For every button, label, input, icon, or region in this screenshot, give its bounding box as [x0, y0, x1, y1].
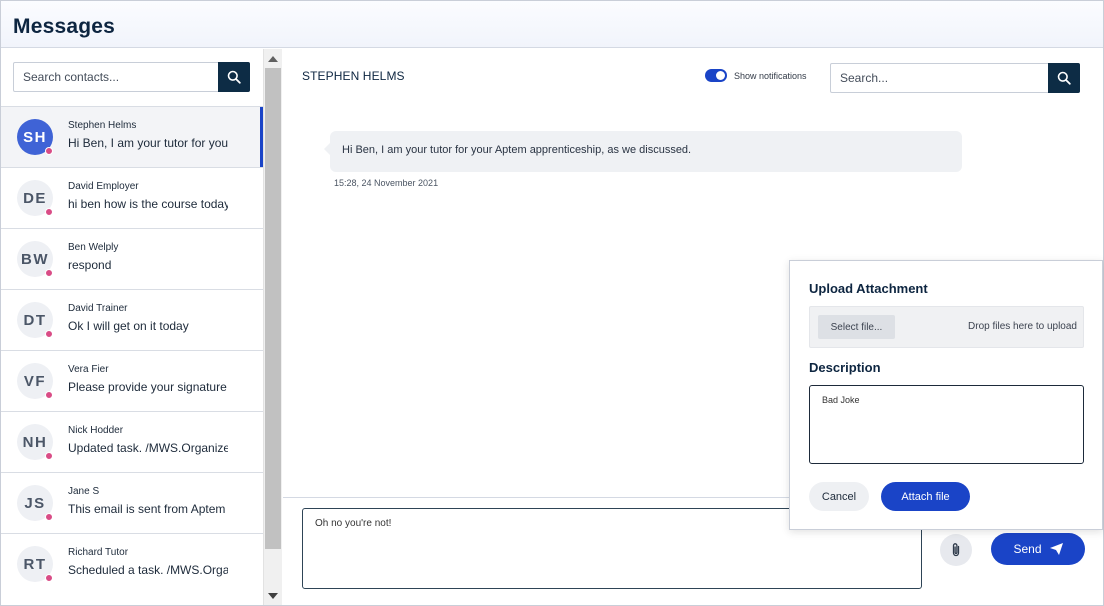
send-icon — [1049, 543, 1063, 555]
contact-name: Ben Welply — [68, 242, 119, 253]
avatar: SH — [17, 119, 53, 155]
page-header: Messages — [1, 1, 1103, 48]
scroll-thumb[interactable] — [265, 68, 281, 549]
upload-attachment-popover: Upload Attachment Select file... Drop fi… — [789, 260, 1103, 530]
status-dot — [45, 147, 53, 155]
contact-item[interactable]: VF Vera Fier Please provide your signatu… — [1, 350, 263, 411]
status-dot — [45, 208, 53, 216]
contacts-scrollbar[interactable] — [263, 49, 282, 605]
status-dot — [45, 574, 53, 582]
contact-item[interactable]: RT Richard Tutor Scheduled a task. /MWS.… — [1, 533, 263, 594]
contact-preview: Ok I will get on it today — [68, 319, 189, 333]
contact-search-button[interactable] — [218, 62, 250, 92]
contacts-panel: SH Stephen Helms Hi Ben, I am your tutor… — [1, 49, 263, 605]
attach-button[interactable] — [940, 534, 972, 566]
upload-title: Upload Attachment — [809, 281, 928, 296]
attach-file-button[interactable]: Attach file — [881, 482, 970, 511]
toggle-knob — [716, 71, 725, 80]
contact-item[interactable]: JS Jane S This email is sent from Aptem … — [1, 472, 263, 533]
contact-preview: Updated task. /MWS.Organize... — [68, 441, 228, 455]
avatar: DE — [17, 180, 53, 216]
message-search-button[interactable] — [1048, 63, 1080, 93]
paperclip-icon — [952, 543, 960, 557]
status-dot — [45, 513, 53, 521]
contact-name: Nick Hodder — [68, 425, 124, 436]
message-search — [830, 63, 1080, 93]
contact-preview: This email is sent from Aptem ... — [68, 502, 228, 516]
contact-name: David Trainer — [68, 303, 128, 314]
contact-name: David Employer — [68, 181, 139, 192]
status-dot — [45, 452, 53, 460]
arrow-up-icon — [268, 56, 278, 62]
notifications-toggle[interactable] — [705, 69, 727, 82]
avatar: VF — [17, 363, 53, 399]
contact-name: Stephen Helms — [68, 120, 137, 131]
file-dropzone[interactable]: Select file... Drop files here to upload — [809, 306, 1084, 348]
select-file-button[interactable]: Select file... — [818, 315, 895, 339]
contact-name: Vera Fier — [68, 364, 109, 375]
arrow-down-icon — [268, 593, 278, 599]
search-icon — [227, 70, 241, 84]
status-dot — [45, 330, 53, 338]
send-label: Send — [1013, 542, 1042, 556]
description-label: Description — [809, 360, 881, 375]
avatar: RT — [17, 546, 53, 582]
avatar: BW — [17, 241, 53, 277]
cancel-button[interactable]: Cancel — [809, 482, 869, 511]
contact-preview: Hi Ben, I am your tutor for you... — [68, 136, 228, 150]
contact-preview: respond — [68, 258, 112, 272]
contact-name: Jane S — [68, 486, 100, 497]
notifications-label: Show notifications — [734, 71, 807, 81]
avatar: JS — [17, 485, 53, 521]
send-button[interactable]: Send — [991, 533, 1085, 565]
contact-name: Richard Tutor — [68, 547, 129, 558]
message-search-input[interactable] — [831, 64, 1047, 92]
contact-item[interactable]: BW Ben Welply respond — [1, 228, 263, 289]
search-icon — [1057, 71, 1071, 85]
scroll-up-button[interactable] — [264, 52, 282, 66]
drop-hint: Drop files here to upload — [968, 321, 1077, 332]
contact-item[interactable]: DE David Employer hi ben how is the cour… — [1, 167, 263, 228]
contact-preview: Please provide your signature f... — [68, 380, 228, 394]
page-title: Messages — [13, 15, 115, 38]
contact-list: SH Stephen Helms Hi Ben, I am your tutor… — [1, 106, 263, 594]
contact-item[interactable]: SH Stephen Helms Hi Ben, I am your tutor… — [1, 106, 263, 167]
status-dot — [45, 391, 53, 399]
description-input[interactable]: Bad Joke — [809, 385, 1084, 464]
contact-preview: hi ben how is the course today? — [68, 197, 228, 211]
message-timestamp: 15:28, 24 November 2021 — [334, 178, 439, 188]
contact-search-input[interactable] — [14, 63, 218, 91]
contact-item[interactable]: DT David Trainer Ok I will get on it tod… — [1, 289, 263, 350]
contact-search — [13, 62, 250, 92]
contact-item[interactable]: NH Nick Hodder Updated task. /MWS.Organi… — [1, 411, 263, 472]
status-dot — [45, 269, 53, 277]
scroll-down-button[interactable] — [264, 589, 282, 603]
contact-preview: Scheduled a task. /MWS.Orga... — [68, 563, 228, 577]
conversation-title: STEPHEN HELMS — [302, 69, 405, 83]
message-bubble: Hi Ben, I am your tutor for your Aptem a… — [324, 131, 962, 172]
avatar: NH — [17, 424, 53, 460]
avatar: DT — [17, 302, 53, 338]
